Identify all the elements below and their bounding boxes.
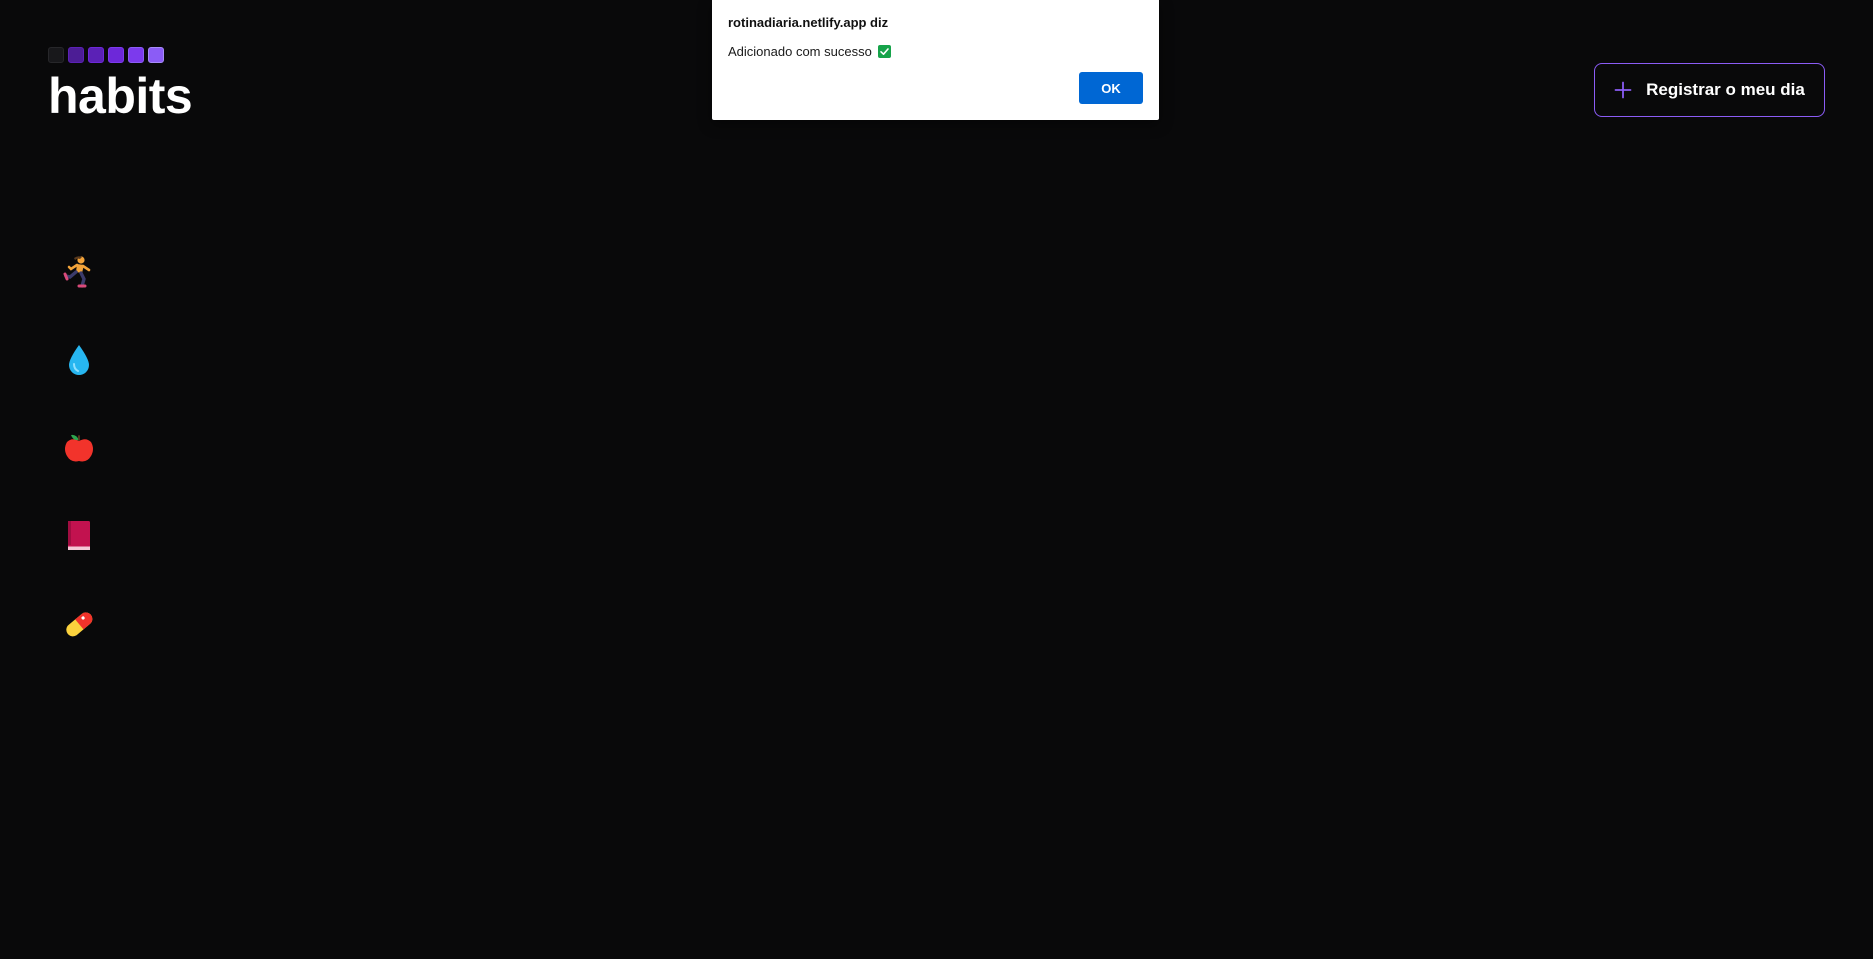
book-emoji-icon[interactable] — [61, 518, 97, 554]
logo-square — [148, 47, 164, 63]
logo-square — [68, 47, 84, 63]
dialog-title: rotinadiaria.netlify.app diz — [728, 15, 889, 30]
logo-text: habits — [48, 68, 193, 124]
pill-emoji-icon[interactable] — [61, 606, 97, 642]
logo-square — [108, 47, 124, 63]
dialog-message-text: Adicionado com sucesso — [728, 44, 872, 59]
ok-button[interactable]: OK — [1079, 72, 1143, 104]
habit-list — [61, 254, 97, 694]
register-day-button[interactable]: Registrar o meu dia — [1594, 63, 1825, 117]
logo: habits — [48, 47, 193, 124]
dialog-message: Adicionado com sucesso — [728, 44, 1143, 59]
runner-emoji-icon[interactable] — [61, 254, 97, 290]
page: habits Registrar o meu dia rotinadiaria.… — [0, 0, 1873, 959]
droplet-emoji-icon[interactable] — [61, 342, 97, 378]
logo-square — [128, 47, 144, 63]
apple-emoji-icon[interactable] — [61, 430, 97, 466]
check-box-icon — [877, 45, 891, 58]
logo-squares — [48, 47, 192, 63]
logo-square — [88, 47, 104, 63]
register-day-label: Registrar o meu dia — [1646, 80, 1805, 99]
logo-square — [48, 47, 64, 63]
plus-icon — [1614, 81, 1632, 99]
alert-dialog: rotinadiaria.netlify.app diz Adicionado … — [712, 0, 1159, 120]
